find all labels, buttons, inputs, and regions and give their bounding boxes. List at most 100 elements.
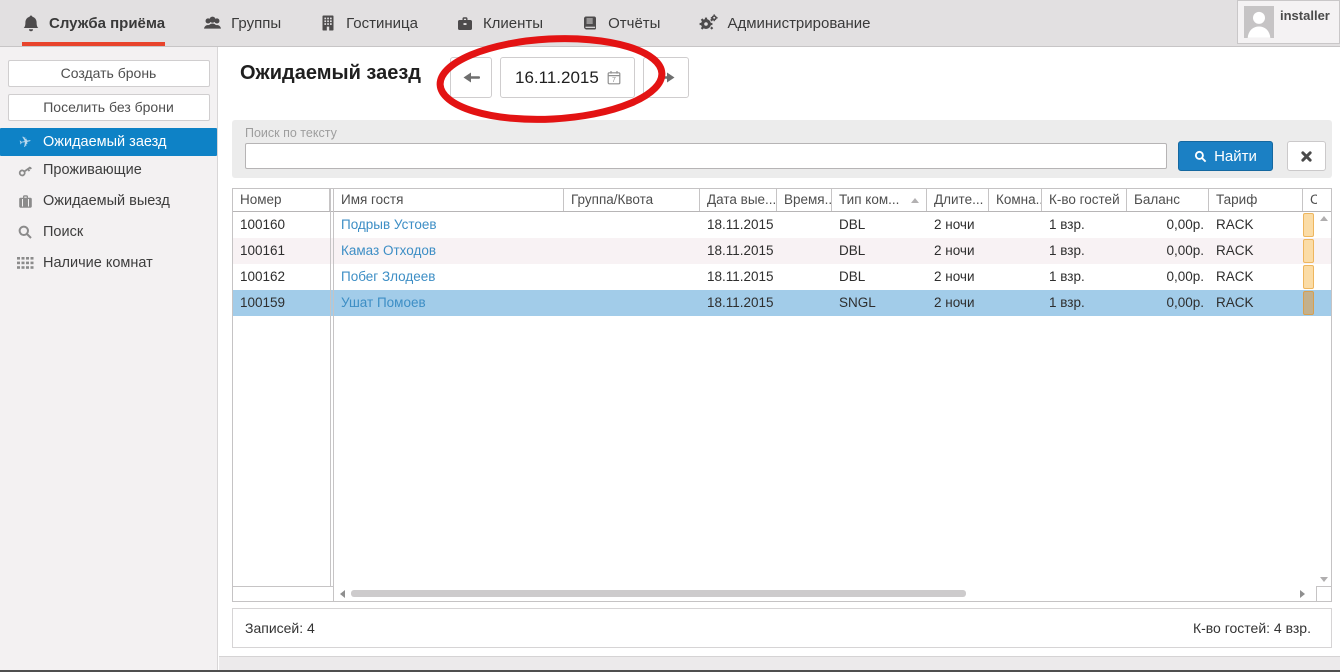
column-header-number[interactable]: Номер [233,189,330,211]
sidebar-item-label: Проживающие [43,162,142,178]
cell-departure-date: 18.11.2015 [700,238,777,264]
cell-guest-name[interactable]: Побег Злодеев [334,264,564,290]
checkin-without-booking-button[interactable]: Поселить без брони [8,94,210,121]
user-name: installer [1280,6,1330,23]
scrollbar-corner [1316,586,1331,601]
column-header-balance[interactable]: Баланс [1127,189,1209,211]
table-row[interactable]: 100161 Камаз Отходов 18.11.2015 DBL 2 но… [233,238,1331,264]
cell-guest-name[interactable]: Ушат Помоев [334,290,564,316]
status-color-chip [1303,265,1314,289]
cell-tariff: RACK [1209,264,1303,290]
grid-icon [16,254,34,272]
avatar [1244,6,1274,38]
cell-status [1303,212,1317,238]
cell-number: 100162 [233,264,330,290]
cell-guest-count: 1 взр. [1042,290,1127,316]
cell-room [989,238,1042,264]
cell-guest-name[interactable]: Камаз Отходов [334,238,564,264]
cell-departure-date: 18.11.2015 [700,290,777,316]
sidebar: Создать бронь Поселить без брони ✈ Ожида… [0,47,218,670]
nav-item-hotel[interactable]: Гостиница [319,0,418,46]
sidebar-item-expected-arrival[interactable]: ✈ Ожидаемый заезд [0,128,217,156]
search-icon [16,223,34,241]
frozen-column-scroll-box [233,586,334,601]
sidebar-item-label: Ожидаемый выезд [43,193,170,209]
column-header-departure-date[interactable]: Дата вые... [700,189,777,211]
briefcase-icon [456,15,474,32]
search-input[interactable] [245,143,1167,169]
cell-guest-count: 1 взр. [1042,238,1127,264]
next-day-button[interactable] [643,57,689,98]
people-icon [203,15,222,32]
sidebar-item-expected-departure[interactable]: Ожидаемый выезд [8,187,209,215]
cell-duration: 2 ночи [927,238,989,264]
date-input[interactable] [515,68,607,88]
column-header-time[interactable]: Время... [777,189,832,211]
cell-tariff: RACK [1209,212,1303,238]
create-booking-button[interactable]: Создать бронь [8,60,210,87]
cell-room [989,264,1042,290]
clear-search-button[interactable] [1287,141,1326,171]
nav-item-reports[interactable]: Отчёты [581,0,660,46]
suitcase-icon [16,192,34,210]
arrow-left-icon [462,71,481,84]
status-color-chip [1303,291,1314,315]
cell-room-type: DBL [832,264,927,290]
cell-tariff: RACK [1209,290,1303,316]
cell-time [777,264,832,290]
column-header-room[interactable]: Комна... [989,189,1042,211]
cell-room-type: SNGL [832,290,927,316]
column-header-guest-name[interactable]: Имя гостя [334,189,564,211]
horizontal-scroll-thumb[interactable] [351,590,966,597]
book-icon [581,15,599,32]
user-badge[interactable]: installer [1237,0,1340,44]
sidebar-item-search[interactable]: Поиск [8,218,209,246]
cell-balance: 0,00р. [1127,290,1209,316]
cell-balance: 0,00р. [1127,264,1209,290]
scroll-right-arrow-icon[interactable] [1300,590,1305,598]
sidebar-item-label: Ожидаемый заезд [43,134,166,150]
nav-item-administration[interactable]: Администрирование [698,0,870,46]
cell-room-type: DBL [832,238,927,264]
cell-time [777,290,832,316]
nav-item-label: Гостиница [346,15,418,32]
horizontal-scrollbar[interactable] [233,586,1331,601]
scroll-down-arrow-icon[interactable] [1320,577,1328,582]
column-header-group-quota[interactable]: Группа/Квота [564,189,700,211]
nav-item-label: Служба приёма [49,15,165,32]
cell-departure-date: 18.11.2015 [700,212,777,238]
scroll-left-arrow-icon[interactable] [340,590,345,598]
records-count: Записей: 4 [245,620,315,636]
cell-number: 100159 [233,290,330,316]
table-row[interactable]: 100160 Подрыв Устоев 18.11.2015 DBL 2 но… [233,212,1331,238]
search-icon [1194,150,1207,163]
scroll-up-arrow-icon[interactable] [1320,216,1328,221]
search-panel: Поиск по тексту Найти [232,120,1332,178]
previous-day-button[interactable] [450,57,492,98]
cell-guest-name[interactable]: Подрыв Устоев [334,212,564,238]
nav-item-clients[interactable]: Клиенты [456,0,543,46]
column-header-room-type[interactable]: Тип ком... [832,189,927,211]
column-header-duration[interactable]: Длите... [927,189,989,211]
key-icon [16,161,34,179]
calendar-icon[interactable]: 7 [607,70,621,85]
column-header-status[interactable]: С [1303,189,1317,211]
sidebar-item-room-availability[interactable]: Наличие комнат [8,249,209,277]
table-row-selected[interactable]: 100159 Ушат Помоев 18.11.2015 SNGL 2 ноч… [233,290,1331,316]
nav-item-reception[interactable]: Служба приёма [22,0,165,46]
find-button[interactable]: Найти [1178,141,1273,171]
arrivals-table: Номер Имя гостя Группа/Квота Дата вые...… [232,188,1332,602]
nav-item-label: Клиенты [483,15,543,32]
gears-icon [698,14,718,32]
svg-text:7: 7 [612,77,616,84]
bell-icon [22,14,40,32]
sidebar-menu: ✈ Ожидаемый заезд Проживающие Ожидаемый … [0,128,217,277]
column-header-tariff[interactable]: Тариф [1209,189,1303,211]
sidebar-item-residents[interactable]: Проживающие [8,156,209,184]
nav-item-groups[interactable]: Группы [203,0,281,46]
vertical-scrollbar[interactable] [1317,212,1331,586]
status-color-chip [1303,239,1314,263]
arrow-right-icon [657,71,676,84]
column-header-guest-count[interactable]: К-во гостей [1042,189,1127,211]
table-row[interactable]: 100162 Побег Злодеев 18.11.2015 DBL 2 но… [233,264,1331,290]
